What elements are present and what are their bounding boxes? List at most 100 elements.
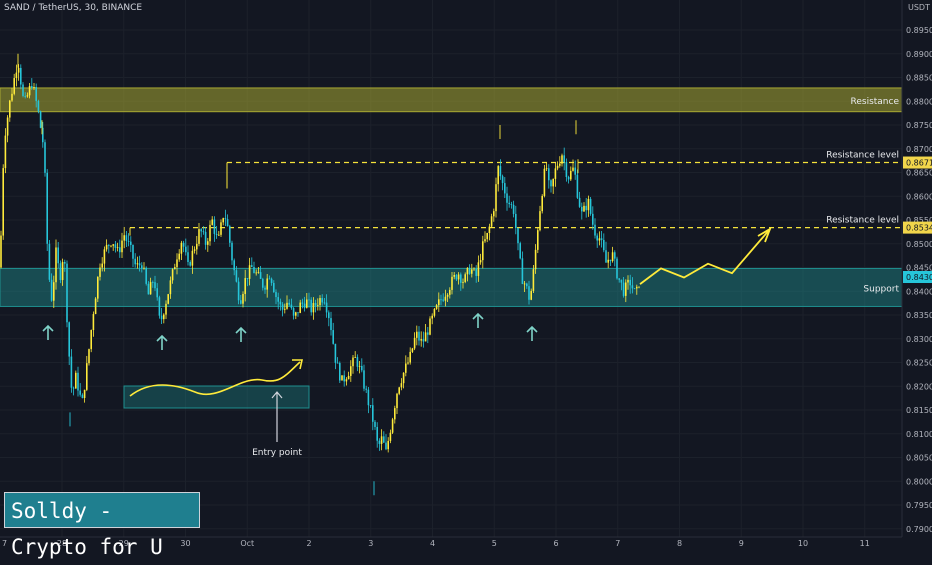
candle-down (521, 258, 524, 284)
candle-down (297, 312, 299, 314)
candle-down (114, 244, 117, 248)
candle-up (352, 357, 354, 367)
entry-point-label: Entry point (252, 448, 302, 458)
price-tick-label: 0.8250 (906, 359, 932, 368)
price-axis[interactable]: 0.8950 0.8900 0.8850 0.8800 0.8750 0.8700 0.86… (901, 0, 932, 537)
candle-up (532, 269, 535, 291)
candle-down (517, 227, 519, 244)
candle-down (130, 241, 132, 245)
candle-up (121, 240, 123, 253)
candle-up (0, 235, 2, 268)
candle-down (229, 226, 231, 243)
candle-down (631, 285, 634, 289)
candle-down (68, 322, 70, 357)
candle-up (171, 269, 174, 281)
time-tick-label: 8 (677, 539, 682, 548)
candle-up (466, 267, 469, 275)
candle-down (592, 213, 594, 225)
candle-up (431, 315, 433, 319)
candle-down (81, 394, 84, 399)
candle-down (262, 278, 264, 288)
candle-up (345, 379, 348, 382)
candle-up (347, 375, 350, 380)
candle-down (442, 299, 444, 301)
candle-up (198, 229, 200, 244)
candle-down (301, 302, 304, 304)
candle-up (398, 387, 400, 394)
candle-up (196, 243, 198, 250)
candle-up (380, 436, 383, 444)
candle-down (108, 244, 110, 246)
candle-up (218, 234, 220, 236)
candle-up (402, 372, 405, 384)
candle-up (174, 267, 176, 270)
candle-down (455, 275, 458, 280)
candle-down (292, 308, 295, 316)
candle-up (479, 260, 482, 263)
resistance-zone-label: Resistance (851, 97, 900, 107)
candle-down (185, 246, 187, 253)
price-tick-label: 0.8650 (906, 169, 932, 178)
price-tick-label: 0.8400 (906, 287, 932, 296)
candle-down (633, 288, 636, 290)
candle-up (387, 440, 389, 450)
candle-up (4, 135, 7, 169)
candle-down (125, 235, 128, 241)
candle-up (180, 242, 183, 254)
candle-down (356, 357, 359, 367)
price-tick-label: 0.8600 (906, 192, 932, 201)
candle-down (499, 166, 502, 177)
candle-down (22, 84, 24, 96)
candle-up (97, 276, 99, 299)
candle-up (222, 218, 224, 223)
candle-up (86, 363, 88, 390)
candle-down (504, 183, 506, 194)
candle-down (264, 287, 266, 290)
candle-down (330, 318, 332, 331)
price-tick-label: 0.8050 (906, 454, 932, 463)
interval: 30 (84, 3, 96, 13)
candle-down (132, 244, 134, 259)
candle-down (158, 297, 161, 316)
price-tick-label: 0.8000 (906, 477, 932, 486)
candle-up (424, 332, 427, 342)
candle-up (537, 230, 539, 250)
candle-down (226, 219, 229, 227)
candle-up (191, 250, 194, 266)
candle-up (33, 87, 35, 89)
candle-down (70, 356, 73, 388)
candle-up (75, 372, 77, 389)
candle-up (149, 282, 152, 295)
candle-down (361, 365, 363, 371)
candle-up (477, 262, 480, 276)
candle-up (17, 67, 20, 73)
candle-down (585, 205, 587, 211)
candle-down (202, 231, 205, 233)
candle-down (119, 247, 121, 253)
candle-down (589, 198, 592, 214)
candle-down (328, 312, 330, 319)
price-tag-label: 0.8534 (906, 224, 932, 233)
candle-up (405, 363, 407, 373)
candle-down (46, 172, 48, 244)
candle-down (303, 303, 306, 308)
candle-down (385, 442, 387, 450)
candle-up (299, 302, 301, 313)
candle-up (433, 308, 436, 316)
candle-up (28, 86, 31, 96)
price-chart[interactable]: ResistanceSupport Resistance levelResist… (0, 0, 932, 550)
candle-up (61, 261, 64, 281)
time-tick-label: 30 (180, 539, 190, 548)
price-tick-label: 0.8100 (906, 430, 932, 439)
candle-up (358, 365, 361, 367)
symbol-header[interactable]: SAND / TetherUS, 30, BINANCE (4, 3, 142, 13)
candle-up (244, 278, 246, 294)
candle-down (616, 258, 618, 279)
candle-up (105, 244, 108, 250)
candle-up (394, 408, 396, 420)
price-tag-label: 0.8671 (906, 159, 932, 168)
candle-up (471, 269, 473, 274)
candle-down (237, 281, 240, 301)
candle-down (372, 405, 374, 422)
candle-down (279, 301, 282, 305)
